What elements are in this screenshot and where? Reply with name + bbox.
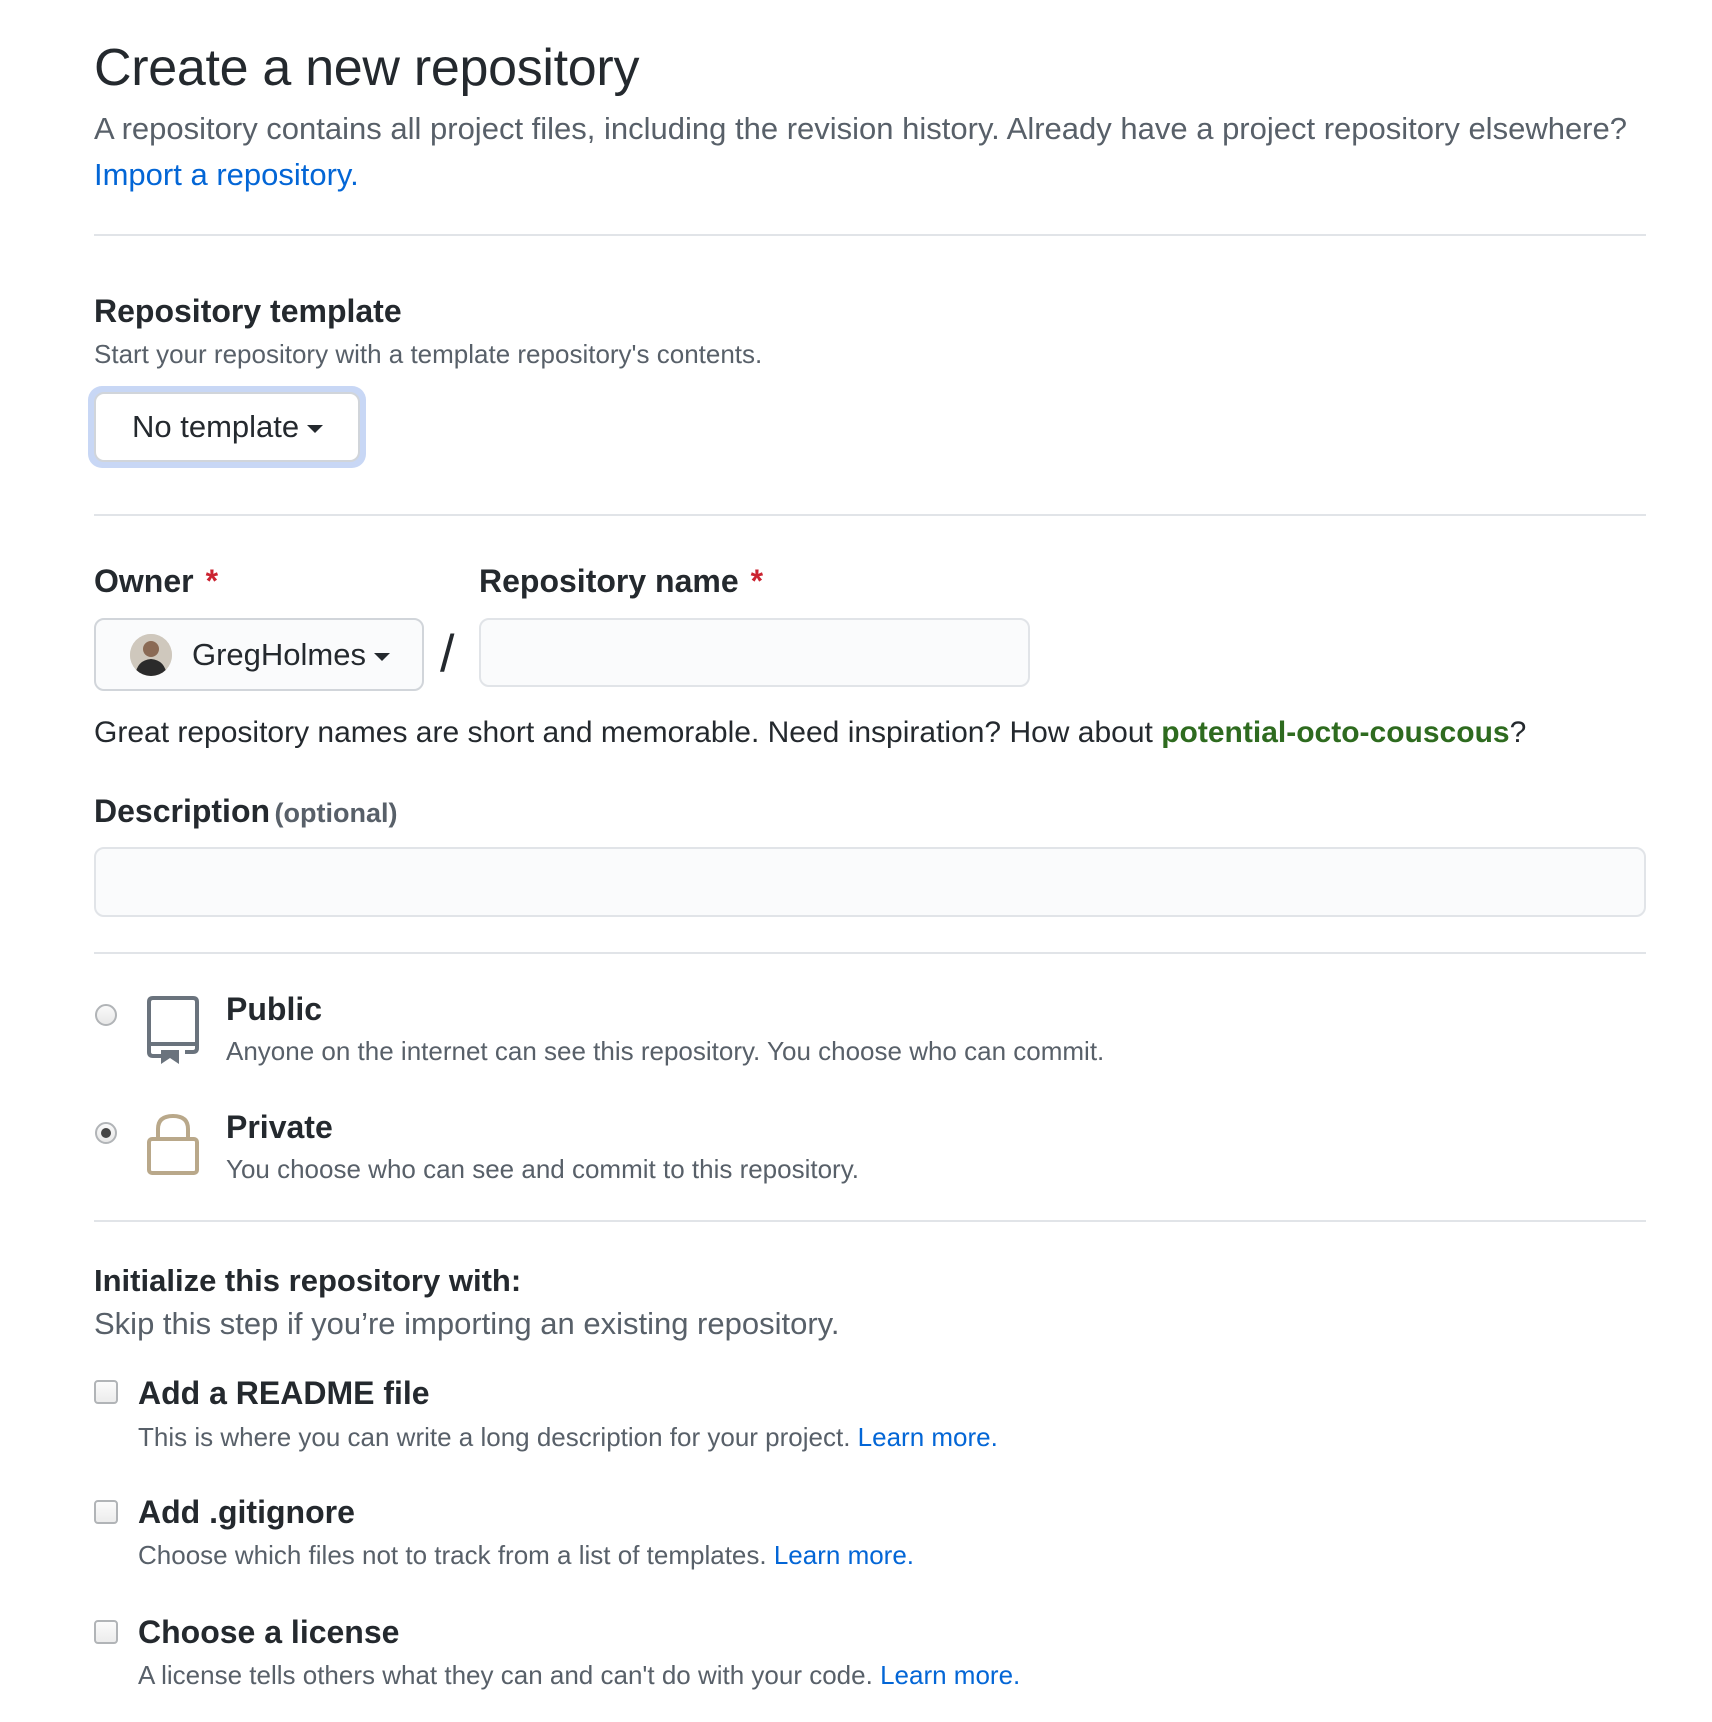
chevron-down-icon xyxy=(374,652,390,661)
description-input[interactable] xyxy=(94,847,1646,917)
choose-license-description: A license tells others what they can and… xyxy=(138,1660,1021,1690)
required-mark: * xyxy=(750,563,764,599)
add-gitignore-title: Add .gitignore xyxy=(138,1494,355,1530)
page-subtitle: A repository contains all project files,… xyxy=(94,111,1627,146)
suggested-name-link[interactable]: potential-octo-couscous xyxy=(1161,716,1509,749)
private-option-title: Private xyxy=(226,1109,333,1145)
lock-icon xyxy=(146,1113,200,1182)
owner-label: Owner * xyxy=(94,563,219,599)
owner-repo-separator: / xyxy=(440,625,455,683)
private-radio[interactable] xyxy=(95,1122,117,1144)
template-section-title: Repository template xyxy=(94,293,402,329)
public-radio[interactable] xyxy=(95,1004,117,1026)
template-description: Start your repository with a template re… xyxy=(94,339,763,369)
public-option-title: Public xyxy=(226,991,323,1027)
add-readme-checkbox[interactable] xyxy=(94,1380,118,1404)
page-title: Create a new repository xyxy=(94,39,640,97)
repository-name-input[interactable] xyxy=(479,618,1030,687)
description-label: Description (optional) xyxy=(94,793,398,829)
import-repository-link[interactable]: Import a repository. xyxy=(94,157,359,193)
divider xyxy=(94,514,1646,516)
choose-license-checkbox[interactable] xyxy=(94,1620,118,1644)
template-select-button[interactable]: No template xyxy=(94,392,360,462)
initialize-section-title: Initialize this repository with: xyxy=(94,1263,522,1298)
readme-learn-more-link[interactable]: Learn more. xyxy=(858,1422,998,1452)
divider xyxy=(94,234,1646,236)
avatar xyxy=(130,633,172,676)
add-readme-title: Add a README file xyxy=(138,1375,430,1411)
gitignore-learn-more-link[interactable]: Learn more. xyxy=(774,1540,914,1570)
license-learn-more-link[interactable]: Learn more. xyxy=(880,1660,1020,1690)
template-select-label: No template xyxy=(132,409,300,444)
repository-name-hint: Great repository names are short and mem… xyxy=(94,716,1527,749)
choose-license-title: Choose a license xyxy=(138,1614,400,1650)
add-readme-description: This is where you can write a long descr… xyxy=(138,1422,998,1452)
add-gitignore-description: Choose which files not to track from a l… xyxy=(138,1540,915,1570)
initialize-description: Skip this step if you’re importing an ex… xyxy=(94,1306,840,1341)
required-mark: * xyxy=(205,563,219,599)
divider xyxy=(94,952,1646,954)
owner-select-button[interactable]: GregHolmes xyxy=(94,618,424,691)
owner-select-label: GregHolmes xyxy=(192,636,366,672)
add-gitignore-checkbox[interactable] xyxy=(94,1500,118,1524)
repository-name-label: Repository name * xyxy=(479,563,764,599)
private-option-description: You choose who can see and commit to thi… xyxy=(226,1154,860,1184)
public-option-description: Anyone on the internet can see this repo… xyxy=(226,1036,1105,1066)
divider xyxy=(94,1220,1646,1222)
chevron-down-icon xyxy=(307,425,324,433)
repo-book-icon xyxy=(145,994,201,1069)
